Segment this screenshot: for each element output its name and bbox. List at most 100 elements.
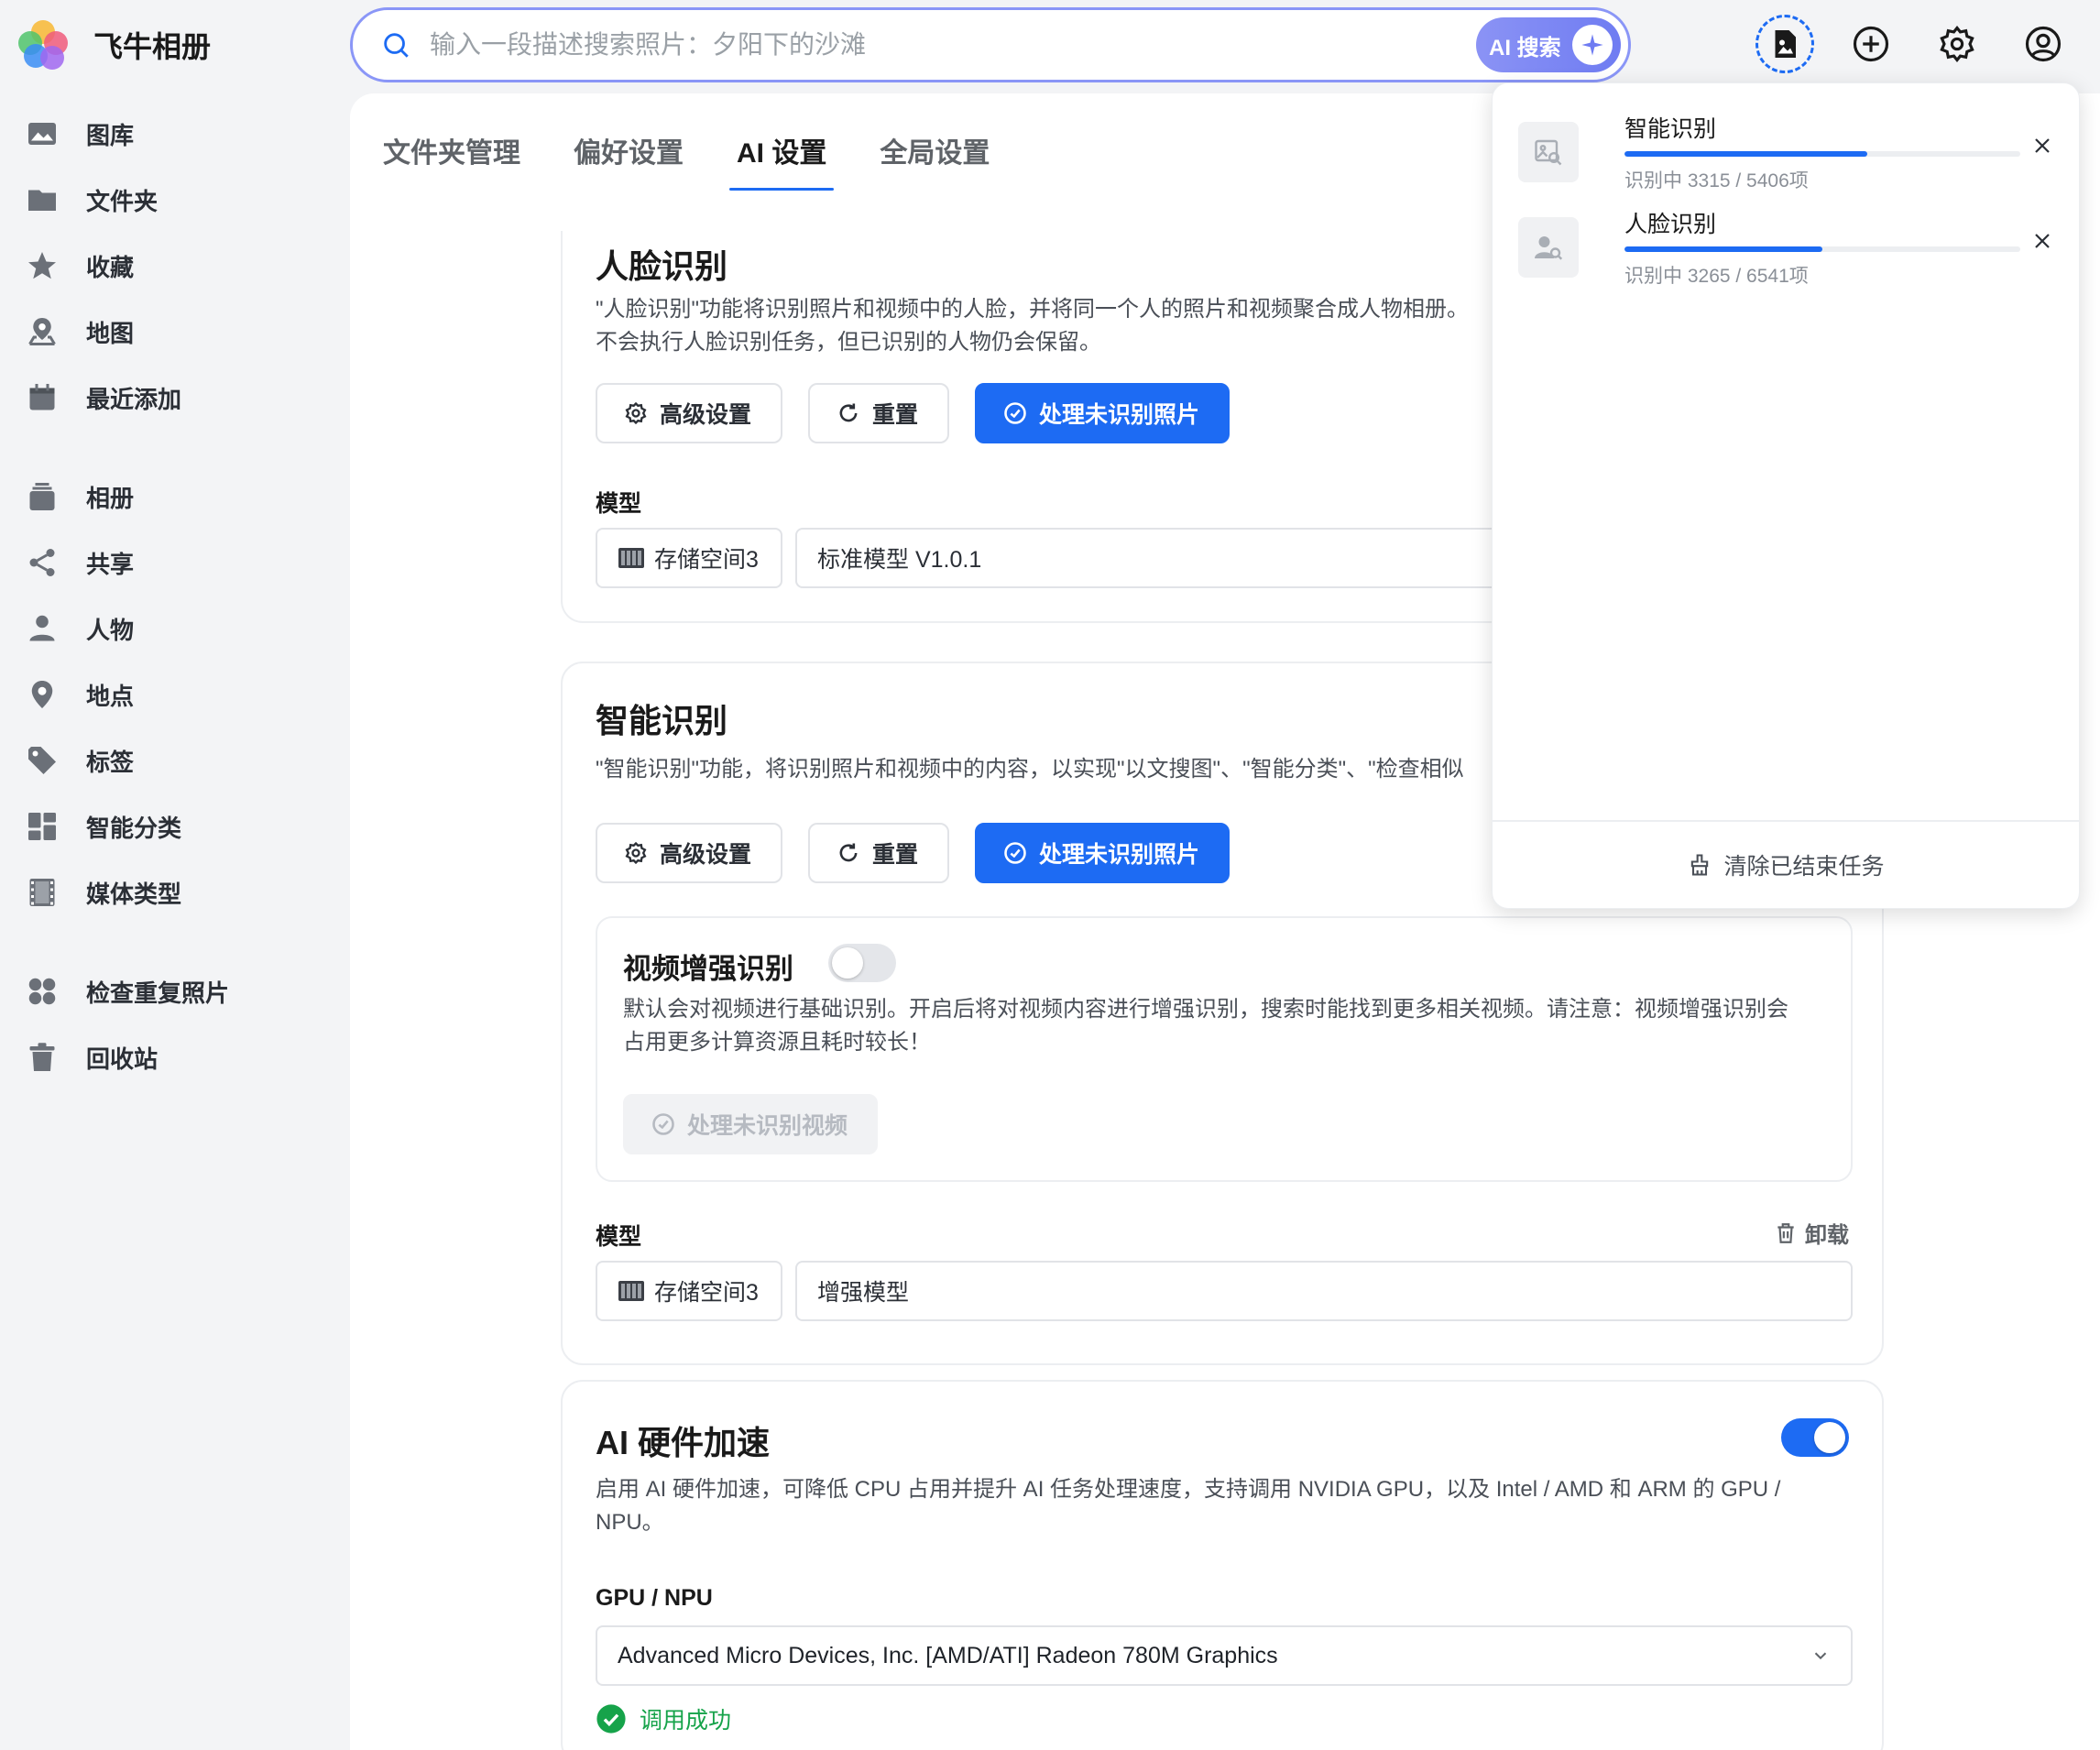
close-icon [2035, 234, 2050, 248]
sidebar-item-folders[interactable]: 文件夹 [0, 167, 348, 233]
task-progress-button[interactable] [1755, 15, 1814, 73]
search-bar[interactable]: AI 搜索 [350, 7, 1631, 82]
search-input[interactable] [430, 30, 1628, 60]
star-icon [28, 252, 56, 279]
sidebar-item-smart-categories[interactable]: 智能分类 [0, 793, 348, 859]
settings-button[interactable] [1928, 15, 1986, 73]
smart-recognition-desc: "智能识别"功能，将识别照片和视频中的内容，以实现"以文搜图"、"智能分类"、"… [596, 757, 1464, 782]
sidebar-item-label: 文件夹 [86, 187, 159, 215]
grid-icon [28, 813, 56, 840]
app-logo[interactable]: 飞牛相册 [15, 16, 211, 73]
sidebar-item-duplicates[interactable]: 检查重复照片 [0, 958, 348, 1024]
app-logo-icon [15, 16, 71, 73]
video-enhanced-subcard: 视频增强识别 默认会对视频进行基础识别。开启后将对视频内容进行增强识别，搜索时能… [596, 916, 1853, 1182]
sidebar-item-tags[interactable]: 标签 [0, 727, 348, 793]
location-icon [31, 681, 53, 708]
task-progress-bar [1624, 246, 2020, 252]
video-enhanced-toggle[interactable] [828, 944, 896, 982]
toggle-knob [1814, 1422, 1845, 1453]
smart-advanced-settings-button[interactable]: 高级设置 [596, 823, 782, 883]
smart-process-unrecognized-button[interactable]: 处理未识别照片 [975, 823, 1230, 883]
face-recognition-desc: "人脸识别"功能将识别照片和视频中的人脸，并将同一个人的照片和视频聚合成人物相册… [596, 293, 1603, 359]
sidebar-item-label: 图库 [86, 121, 135, 149]
task-progress-icon [1775, 30, 1796, 58]
sidebar: 图库 文件夹 收藏 地图 最近添加 相册 共享 人物 地点 标签 智能分类 媒体… [0, 101, 348, 1090]
face-desc-line-2: 不会执行人脸识别任务，但已识别的人物仍会保留。 [596, 330, 1101, 355]
toggle-knob [832, 947, 863, 979]
uninstall-label: 卸载 [1805, 1223, 1849, 1248]
task-name: 智能识别 [1624, 116, 1717, 142]
task-progress-text: 识别中 3315 / 5406项 [1624, 170, 1809, 191]
gear-icon [625, 401, 647, 425]
smart-recognition-title: 智能识别 [596, 702, 728, 739]
task-progress-fill [1624, 246, 1822, 252]
smart-storage-select[interactable]: 存储空间3 [596, 1261, 782, 1321]
tab-folder-management[interactable]: 文件夹管理 [383, 130, 520, 191]
account-button[interactable] [2014, 15, 2073, 73]
ai-search-button[interactable]: AI 搜索 [1476, 17, 1621, 72]
sidebar-item-people[interactable]: 人物 [0, 596, 348, 662]
task-close-button[interactable] [2026, 224, 2059, 257]
ai-hardware-desc: 启用 AI 硬件加速，可降低 CPU 占用并提升 AI 任务处理速度，支持调用 … [596, 1477, 1781, 1535]
tag-icon [28, 747, 56, 774]
face-process-unrecognized-button[interactable]: 处理未识别照片 [975, 383, 1230, 443]
sidebar-item-gallery[interactable]: 图库 [0, 101, 348, 167]
smart-advanced-settings-label: 高级设置 [660, 842, 752, 868]
folder-icon [28, 190, 56, 211]
face-reset-label: 重置 [872, 402, 919, 428]
tab-ai-settings[interactable]: AI 设置 [728, 130, 835, 191]
search-icon [384, 33, 409, 58]
face-advanced-settings-button[interactable]: 高级设置 [596, 383, 782, 443]
ai-hardware-toggle[interactable] [1781, 1418, 1849, 1457]
face-desc-line-1: "人脸识别"功能将识别照片和视频中的人脸，并将同一个人的照片和视频聚合成人物相册… [596, 297, 1470, 322]
ai-hardware-acceleration-card: AI 硬件加速 启用 AI 硬件加速，可降低 CPU 占用并提升 AI 任务处理… [561, 1380, 1884, 1750]
face-storage-select[interactable]: 存储空间3 [596, 528, 782, 588]
smart-model-select[interactable]: 增强模型 [795, 1261, 1853, 1321]
map-pin-icon [28, 318, 56, 345]
clear-finished-tasks-label: 清除已结束任务 [1723, 854, 1885, 880]
add-button[interactable] [1842, 15, 1900, 73]
storage-icon [618, 1281, 644, 1301]
add-circle-icon [1853, 26, 1889, 62]
sidebar-item-label: 人物 [86, 616, 135, 644]
face-reset-button[interactable]: 重置 [808, 383, 949, 443]
clear-finished-tasks-button[interactable]: 清除已结束任务 [1493, 820, 2079, 908]
ai-hardware-title: AI 硬件加速 [596, 1424, 771, 1461]
sidebar-item-favorites[interactable]: 收藏 [0, 233, 348, 299]
sidebar-item-label: 标签 [86, 748, 135, 776]
sidebar-item-albums[interactable]: 相册 [0, 464, 348, 530]
sidebar-item-media-types[interactable]: 媒体类型 [0, 859, 348, 925]
tab-preferences[interactable]: 偏好设置 [574, 130, 684, 191]
sidebar-item-label: 共享 [86, 550, 135, 578]
sidebar-item-map[interactable]: 地图 [0, 299, 348, 365]
tab-global-settings[interactable]: 全局设置 [880, 130, 990, 191]
smart-reset-button[interactable]: 重置 [808, 823, 949, 883]
task-item-smart-recognition: 智能识别 识别中 3315 / 5406项 [1518, 111, 2059, 193]
task-progress-text: 识别中 3265 / 6541项 [1624, 266, 1809, 287]
task-popover: 智能识别 识别中 3315 / 5406项 人脸识别 识别中 3265 / 65… [1492, 82, 2080, 909]
gallery-icon [28, 123, 56, 145]
task-name: 人脸识别 [1624, 212, 1717, 237]
sidebar-item-recent[interactable]: 最近添加 [0, 365, 348, 431]
storage-icon [618, 548, 644, 568]
smart-model-label: 模型 [596, 1224, 642, 1250]
uninstall-button[interactable]: 卸载 [1774, 1217, 1849, 1249]
process-unrecognized-videos-button[interactable]: 处理未识别视频 [623, 1094, 878, 1154]
chevron-down-icon [1814, 1652, 1827, 1660]
trash-icon [29, 1043, 55, 1071]
task-close-button[interactable] [2026, 129, 2059, 162]
sidebar-item-share[interactable]: 共享 [0, 530, 348, 596]
face-storage-value: 存储空间3 [654, 547, 759, 573]
smart-reset-label: 重置 [872, 842, 919, 868]
face-advanced-settings-label: 高级设置 [660, 402, 752, 428]
sidebar-item-trash[interactable]: 回收站 [0, 1024, 348, 1090]
refresh-icon [839, 403, 858, 422]
sparkle-icon [1571, 25, 1613, 65]
gpu-npu-select[interactable]: Advanced Micro Devices, Inc. [AMD/ATI] R… [596, 1625, 1853, 1686]
trash-icon [1777, 1222, 1794, 1243]
video-enhanced-title: 视频增强识别 [623, 953, 793, 985]
person-icon [29, 615, 55, 641]
sidebar-item-places[interactable]: 地点 [0, 662, 348, 727]
share-icon [29, 549, 55, 576]
gpu-npu-value: Advanced Micro Devices, Inc. [AMD/ATI] R… [618, 1642, 1278, 1668]
